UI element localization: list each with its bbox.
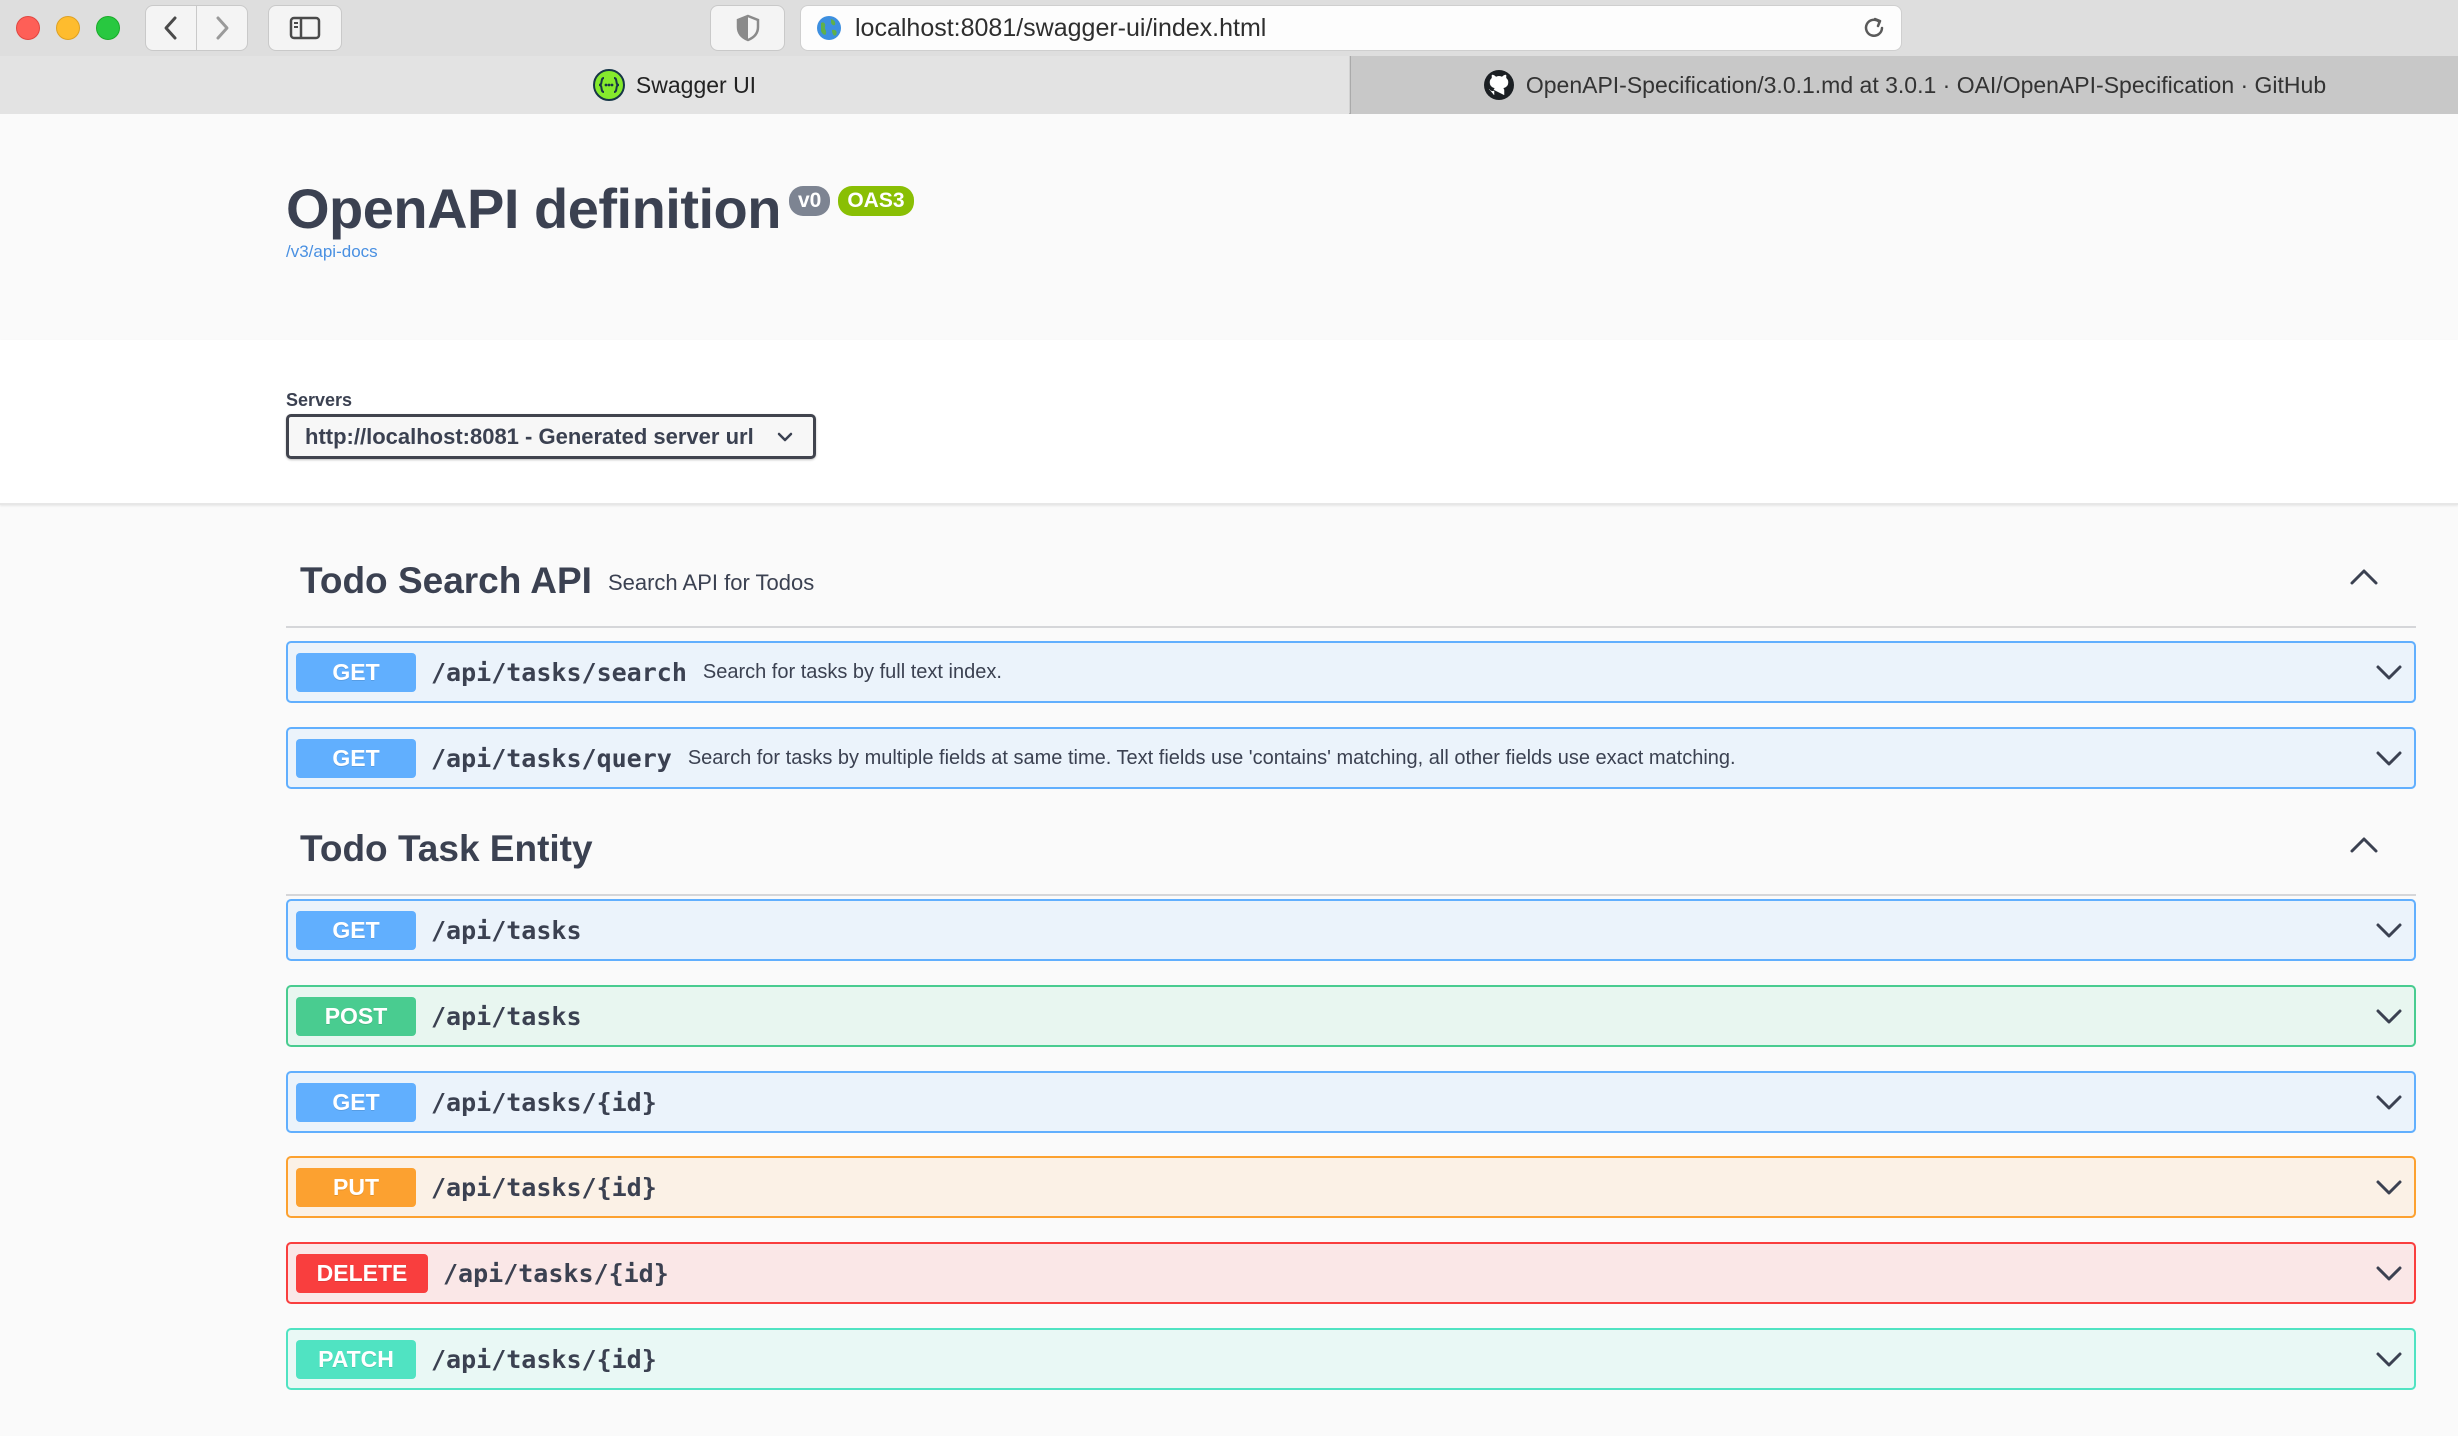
chevron-down-icon[interactable]: [2374, 1346, 2404, 1372]
forward-button[interactable]: [196, 6, 247, 50]
history-nav: [145, 5, 248, 51]
api-docs-link[interactable]: /v3/api-docs: [286, 242, 378, 262]
chevron-down-icon[interactable]: [2374, 1260, 2404, 1286]
tag-name: Todo Task Entity: [300, 828, 593, 869]
tab-label: OpenAPI-Specification/3.0.1.md at 3.0.1 …: [1525, 71, 2327, 98]
method-badge: POST: [296, 996, 416, 1036]
operation-get-tasks-search[interactable]: GET /api/tasks/search Search for tasks b…: [286, 641, 2416, 703]
operation-path: /api/tasks: [431, 915, 582, 945]
method-badge: GET: [296, 910, 416, 950]
title-row: OpenAPI definition v0 OAS3: [286, 176, 914, 241]
operation-summary: Search for tasks by full text index.: [702, 660, 1002, 683]
tab-swagger-ui[interactable]: Swagger UI: [0, 56, 1349, 114]
method-badge: PUT: [296, 1167, 416, 1207]
operation-path: /api/tasks/query: [431, 743, 672, 773]
url-text: localhost:8081/swagger-ui/index.html: [855, 13, 1267, 42]
operation-put-task-by-id[interactable]: PUT /api/tasks/{id}: [286, 1156, 2416, 1218]
oas-badge: OAS3: [838, 186, 914, 216]
operation-path: /api/tasks/{id}: [431, 1087, 657, 1117]
back-button[interactable]: [146, 6, 196, 50]
operation-get-task-by-id[interactable]: GET /api/tasks/{id}: [286, 1071, 2416, 1133]
swagger-icon: [592, 69, 625, 101]
browser-toolbar: localhost:8081/swagger-ui/index.html: [0, 0, 2458, 56]
method-badge: GET: [296, 652, 416, 692]
chevron-right-icon: [216, 16, 229, 40]
chevron-down-icon[interactable]: [2374, 917, 2404, 943]
operation-path: /api/tasks: [431, 1001, 582, 1031]
method-badge: DELETE: [296, 1253, 428, 1293]
chevron-down-icon[interactable]: [2374, 745, 2404, 771]
sidebar-icon: [289, 16, 321, 40]
operation-get-tasks[interactable]: GET /api/tasks: [286, 899, 2416, 961]
page-title: OpenAPI definition: [286, 177, 781, 240]
servers-selected-value: http://localhost:8081 - Generated server…: [305, 423, 754, 449]
operation-post-tasks[interactable]: POST /api/tasks: [286, 985, 2416, 1047]
sidebar-toggle-button[interactable]: [268, 5, 342, 51]
servers-label: Servers: [286, 390, 353, 410]
privacy-report-button[interactable]: [710, 5, 785, 51]
tab-bar: Swagger UI OpenAPI-Specification/3.0.1.m…: [0, 56, 2458, 114]
chevron-down-icon[interactable]: [2374, 659, 2404, 685]
method-badge: PATCH: [296, 1339, 416, 1379]
operation-path: /api/tasks/{id}: [443, 1258, 669, 1288]
address-bar[interactable]: localhost:8081/swagger-ui/index.html: [800, 5, 1902, 51]
reload-icon[interactable]: [1859, 13, 1889, 43]
tab-label: Swagger UI: [635, 71, 757, 98]
api-info: OpenAPI definition v0 OAS3 /v3/api-docs: [0, 114, 2458, 340]
operation-path: /api/tasks/{id}: [431, 1172, 657, 1202]
tag-description: Search API for Todos: [607, 570, 815, 595]
servers-section: Servers http://localhost:8081 - Generate…: [0, 340, 2458, 505]
chevron-down-icon[interactable]: [2374, 1003, 2404, 1029]
tag-name: Todo Search API: [300, 560, 592, 601]
operation-delete-task-by-id[interactable]: DELETE /api/tasks/{id}: [286, 1242, 2416, 1304]
shield-icon: [736, 14, 759, 42]
minimize-window-button[interactable]: [56, 16, 80, 40]
chevron-up-icon[interactable]: [2348, 834, 2380, 856]
close-window-button[interactable]: [16, 16, 40, 40]
chevron-down-icon[interactable]: [2374, 1174, 2404, 1200]
chevron-down-icon: [777, 432, 792, 441]
chevron-down-icon[interactable]: [2374, 1089, 2404, 1115]
operation-summary: Search for tasks by multiple fields at s…: [687, 746, 1736, 769]
servers-dropdown[interactable]: http://localhost:8081 - Generated server…: [286, 414, 816, 459]
operation-path: /api/tasks/search: [431, 657, 687, 687]
zoom-window-button[interactable]: [96, 16, 120, 40]
globe-icon: [817, 16, 841, 40]
tag-todo-search-api[interactable]: Todo Search API Search API for Todos: [286, 536, 2416, 628]
method-badge: GET: [296, 738, 416, 778]
tag-todo-task-entity[interactable]: Todo Task Entity: [286, 804, 2416, 896]
operation-get-tasks-query[interactable]: GET /api/tasks/query Search for tasks by…: [286, 727, 2416, 789]
operation-path: /api/tasks/{id}: [431, 1344, 657, 1374]
operation-patch-task-by-id[interactable]: PATCH /api/tasks/{id}: [286, 1328, 2416, 1390]
chevron-left-icon: [164, 16, 177, 40]
chevron-up-icon[interactable]: [2348, 566, 2380, 588]
github-icon: [1483, 70, 1514, 100]
tab-github[interactable]: OpenAPI-Specification/3.0.1.md at 3.0.1 …: [1350, 56, 2458, 114]
version-badge: v0: [788, 186, 831, 216]
method-badge: GET: [296, 1082, 416, 1122]
